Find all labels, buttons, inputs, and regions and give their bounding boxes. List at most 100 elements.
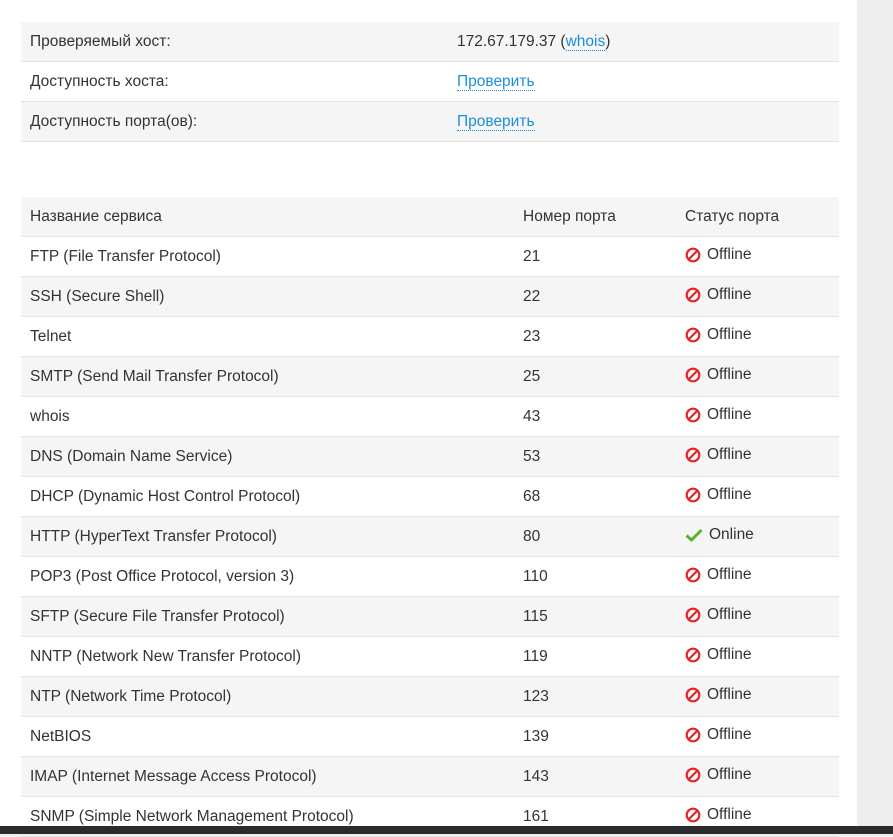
host-info-table: Проверяемый хост: 172.67.179.37 (whois) … [21, 22, 839, 142]
table-row: SSH (Secure Shell) 22 Offline [21, 276, 839, 317]
host-row: Проверяемый хост: 172.67.179.37 (whois) [21, 22, 839, 62]
port-availability-row: Доступность порта(ов): Проверить [21, 101, 839, 142]
service-name: POP3 (Post Office Protocol, version 3) [21, 556, 514, 597]
table-row: NNTP (Network New Transfer Protocol) 119 O… [21, 636, 839, 677]
status-text: Offline [707, 245, 752, 263]
table-row: HTTP (HyperText Transfer Protocol) 80 Onli… [21, 516, 839, 557]
status-text: Offline [707, 725, 752, 743]
port-number: 23 [514, 316, 676, 357]
port-status: Offline [676, 556, 839, 597]
status-text: Offline [707, 485, 752, 503]
port-status: Offline [676, 756, 839, 797]
ports-body: FTP (File Transfer Protocol) 21 Offline SSH… [21, 236, 839, 837]
status-text: Offline [707, 765, 752, 783]
ports-header-row: Название сервиса Номер порта Статус порт… [21, 197, 839, 237]
table-row: POP3 (Post Office Protocol, version 3) 11… [21, 556, 839, 597]
status-badge: Offline [685, 806, 752, 824]
status-text: Offline [707, 685, 752, 703]
prohibited-icon [685, 447, 701, 463]
paren-close: ) [605, 32, 611, 50]
prohibited-icon [685, 807, 701, 823]
port-number: 110 [514, 556, 676, 597]
port-status: Offline [676, 396, 839, 437]
status-badge: Offline [685, 606, 752, 624]
status-text: Online [709, 525, 754, 543]
port-number: 123 [514, 676, 676, 717]
status-badge: Offline [685, 726, 752, 744]
host-label: Проверяемый хост: [21, 22, 448, 62]
port-number: 68 [514, 476, 676, 517]
port-number: 53 [514, 436, 676, 477]
port-number: 43 [514, 396, 676, 437]
host-value-cell: 172.67.179.37 (whois) [448, 22, 839, 62]
port-status: Offline [676, 636, 839, 677]
service-name: whois [21, 396, 514, 437]
port-status: Offline [676, 716, 839, 757]
table-row: FTP (File Transfer Protocol) 21 Offline [21, 236, 839, 277]
status-badge: Offline [685, 686, 752, 704]
service-name: IMAP (Internet Message Access Protocol) [21, 756, 514, 797]
status-text: Offline [707, 325, 752, 343]
port-number: 119 [514, 636, 676, 677]
table-row: SMTP (Send Mail Transfer Protocol) 25 Offl… [21, 356, 839, 397]
paren-open: ( [556, 32, 566, 50]
port-number: 143 [514, 756, 676, 797]
service-name: NTP (Network Time Protocol) [21, 676, 514, 717]
status-badge: Offline [685, 286, 752, 304]
status-column-header: Статус порта [676, 197, 839, 237]
port-status: Online [676, 516, 839, 557]
port-number: 25 [514, 356, 676, 397]
content-panel: Проверяемый хост: 172.67.179.37 (whois) … [0, 0, 857, 837]
checkmark-icon [685, 527, 703, 543]
service-name: SSH (Secure Shell) [21, 276, 514, 317]
prohibited-icon [685, 687, 701, 703]
prohibited-icon [685, 327, 701, 343]
status-badge: Offline [685, 446, 752, 464]
port-status: Offline [676, 236, 839, 277]
service-name: HTTP (HyperText Transfer Protocol) [21, 516, 514, 557]
service-name: FTP (File Transfer Protocol) [21, 236, 514, 277]
status-badge: Offline [685, 406, 752, 424]
status-badge: Offline [685, 766, 752, 784]
host-availability-row: Доступность хоста: Проверить [21, 61, 839, 102]
port-availability-cell: Проверить [448, 101, 839, 142]
ports-table: Название сервиса Номер порта Статус порт… [21, 197, 839, 837]
status-text: Offline [707, 285, 752, 303]
status-badge: Online [685, 526, 754, 544]
status-badge: Offline [685, 486, 752, 504]
port-number: 80 [514, 516, 676, 557]
status-text: Offline [707, 805, 752, 823]
port-status: Offline [676, 316, 839, 357]
port-number: 139 [514, 716, 676, 757]
status-badge: Offline [685, 326, 752, 344]
bottom-bar [0, 826, 893, 834]
status-badge: Offline [685, 366, 752, 384]
host-ip: 172.67.179.37 [457, 32, 557, 50]
port-column-header: Номер порта [514, 197, 676, 237]
port-status: Offline [676, 276, 839, 317]
port-number: 21 [514, 236, 676, 277]
status-text: Offline [707, 565, 752, 583]
prohibited-icon [685, 767, 701, 783]
host-availability-cell: Проверить [448, 61, 839, 102]
table-row: DNS (Domain Name Service) 53 Offline [21, 436, 839, 477]
status-badge: Offline [685, 246, 752, 264]
service-column-header: Название сервиса [21, 197, 514, 237]
port-availability-label: Доступность порта(ов): [21, 101, 448, 142]
service-name: SFTP (Secure File Transfer Protocol) [21, 596, 514, 637]
table-row: whois 43 Offline [21, 396, 839, 437]
status-badge: Offline [685, 646, 752, 664]
prohibited-icon [685, 287, 701, 303]
status-text: Offline [707, 645, 752, 663]
prohibited-icon [685, 647, 701, 663]
service-name: SMTP (Send Mail Transfer Protocol) [21, 356, 514, 397]
prohibited-icon [685, 407, 701, 423]
status-text: Offline [707, 445, 752, 463]
whois-link[interactable]: whois [565, 32, 606, 51]
check-ports-link[interactable]: Проверить [457, 112, 535, 131]
check-host-link[interactable]: Проверить [457, 72, 535, 91]
host-availability-label: Доступность хоста: [21, 61, 448, 102]
prohibited-icon [685, 607, 701, 623]
table-row: NetBIOS 139 Offline [21, 716, 839, 757]
prohibited-icon [685, 727, 701, 743]
